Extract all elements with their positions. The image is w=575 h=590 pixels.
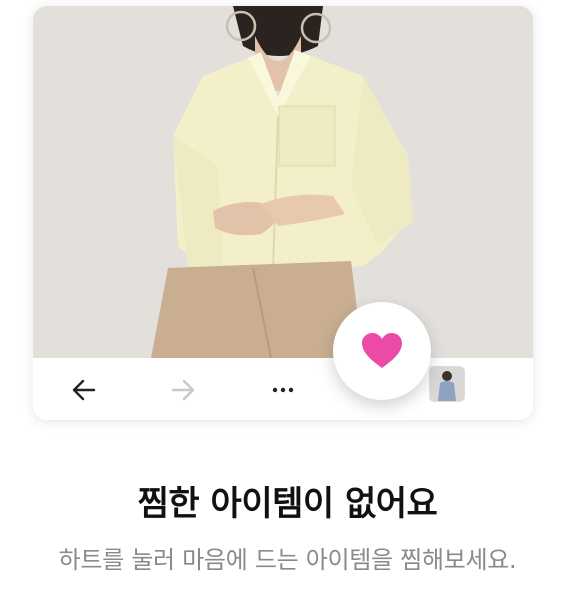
empty-state-subtitle: 하트를 눌러 마음에 드는 아이템을 찜해보세요. bbox=[58, 546, 517, 574]
empty-state-title: 찜한 아이템이 없어요 bbox=[137, 484, 438, 524]
favorite-button[interactable] bbox=[333, 302, 431, 400]
tabs-thumbnail[interactable] bbox=[430, 367, 464, 401]
forward-button[interactable] bbox=[163, 370, 203, 410]
product-preview-card bbox=[33, 6, 533, 420]
tabs-thumbnail-image bbox=[430, 367, 464, 401]
back-button[interactable] bbox=[64, 370, 104, 410]
more-button[interactable] bbox=[263, 370, 303, 410]
arrow-right-icon bbox=[171, 379, 195, 401]
product-photo bbox=[33, 6, 533, 358]
heart-icon bbox=[362, 333, 402, 368]
arrow-left-icon bbox=[72, 379, 96, 401]
more-horizontal-icon bbox=[272, 387, 294, 393]
